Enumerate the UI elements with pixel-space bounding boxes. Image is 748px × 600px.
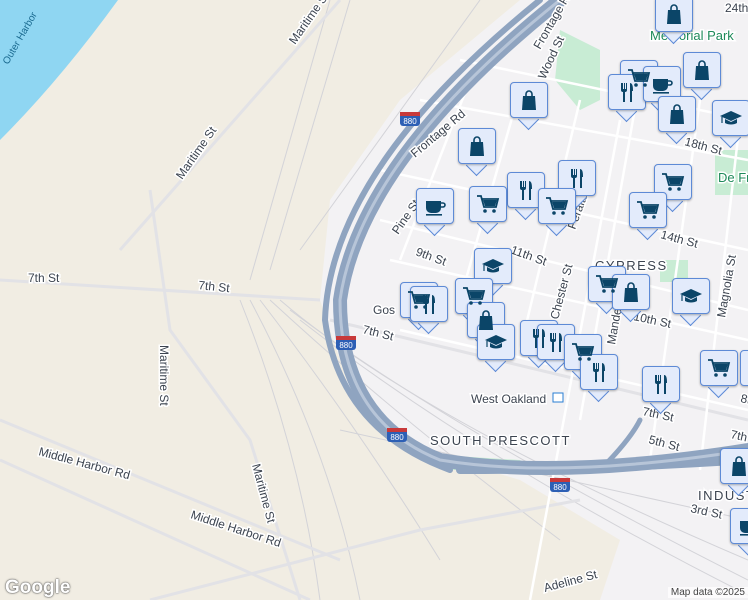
school-marker[interactable] [477,324,515,373]
food-marker[interactable] [642,366,680,415]
shop-marker[interactable] [612,274,650,323]
cart-icon [546,197,569,215]
cart-marker[interactable] [740,350,748,399]
cart-icon [637,201,660,219]
label-de-fremery-park: De Fr [718,170,748,185]
food-marker[interactable] [410,286,448,335]
shop-marker[interactable] [658,96,696,145]
shop-marker[interactable] [458,128,496,177]
school-marker[interactable] [672,278,710,327]
food-marker[interactable] [580,354,618,403]
label-goss: Gos [373,303,395,317]
cart-icon [477,195,500,213]
map-attribution[interactable]: Map data ©2025 [667,587,748,598]
food-icon [520,181,532,200]
cafe-icon [653,79,673,94]
cart-icon [596,275,619,293]
school-icon [485,335,507,349]
food-icon [423,295,435,314]
food-icon [550,333,562,352]
shop-marker[interactable] [655,0,693,45]
cart-marker[interactable] [629,192,667,241]
label-west-oakland: West Oakland [471,392,546,406]
svg-text:880: 880 [403,117,417,126]
shop-icon [470,136,484,156]
shop-marker[interactable] [510,82,548,131]
google-logo: Google [5,577,71,598]
label-7th-st: 7th St [28,271,60,285]
school-icon [482,259,504,273]
food-icon [621,83,633,102]
shop-marker[interactable] [683,52,721,101]
cart-marker[interactable] [538,188,576,237]
food-icon [593,363,605,382]
label-24th-st: 24th [725,1,748,15]
school-marker[interactable] [712,100,748,149]
cart-icon [662,173,685,191]
shop-icon [670,104,684,124]
cart-icon [463,287,486,305]
school-icon [720,111,742,125]
shop-icon [732,456,746,476]
shop-icon [522,90,536,110]
cart-marker[interactable] [469,186,507,235]
shop-icon [695,60,709,80]
shop-icon [624,282,638,302]
cafe-icon [740,521,748,536]
cafe-marker[interactable] [416,188,454,237]
school-icon [680,289,702,303]
svg-text:880: 880 [339,341,353,350]
shop-icon [667,4,681,24]
svg-text:880: 880 [553,483,567,492]
cart-icon [708,359,731,377]
food-icon [571,169,583,188]
shop-marker[interactable] [720,448,748,497]
svg-text:880: 880 [390,433,404,442]
label-south-prescott: SOUTH PRESCOTT [430,433,571,448]
label-maritime-st: Maritime St [157,345,171,406]
bart-station-icon [552,392,564,403]
cafe-marker[interactable] [730,508,748,557]
cart-marker[interactable] [700,350,738,399]
food-icon [655,375,667,394]
cafe-icon [426,201,446,216]
